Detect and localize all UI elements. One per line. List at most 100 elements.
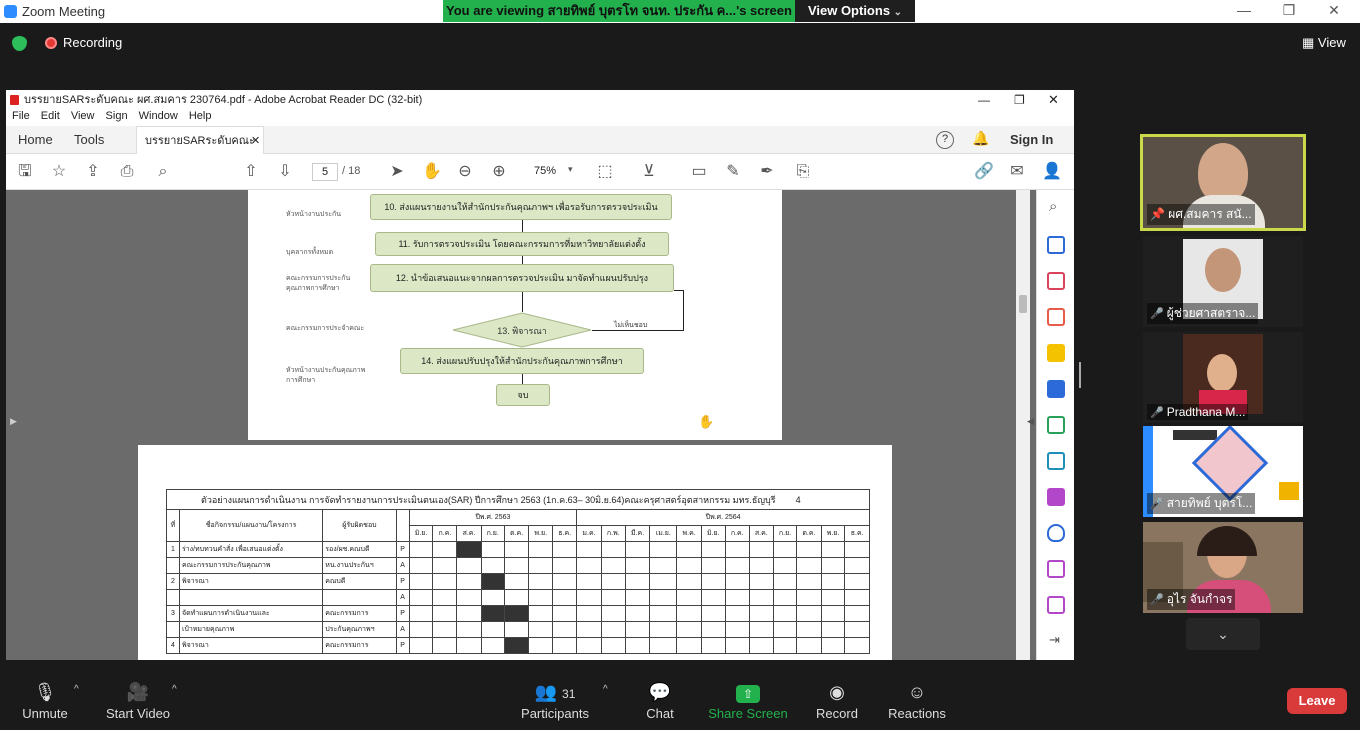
- schedule-month-mark: [649, 605, 678, 622]
- measure-icon[interactable]: ⊻: [640, 163, 658, 181]
- schedule-cell-pa: A: [395, 557, 410, 574]
- schedule-month-cell: พ.ค.: [676, 525, 702, 542]
- tab-document[interactable]: บรรยายSARระดับคณะ ...✕: [136, 126, 264, 175]
- schedule-page-no: 4: [795, 494, 801, 505]
- schedule-month-mark: [700, 621, 726, 638]
- more-tools-icon[interactable]: [1047, 596, 1065, 614]
- save-icon[interactable]: 🖫: [16, 163, 34, 181]
- tab-close-icon[interactable]: ✕: [251, 127, 260, 155]
- menu-file[interactable]: File: [12, 110, 30, 122]
- video-tile[interactable]: 🎤 อุไร จันกำจร: [1143, 522, 1303, 613]
- chat-button[interactable]: 💬 Chat: [615, 670, 705, 730]
- highlight-pen-icon[interactable]: ✎: [724, 163, 742, 181]
- combine-files-icon[interactable]: [1047, 380, 1065, 398]
- view-button[interactable]: ▦ View: [1302, 35, 1346, 51]
- participants-caret-icon[interactable]: ^: [603, 684, 608, 695]
- flow-arrow: [522, 374, 523, 384]
- zoom-level-select[interactable]: 75%: [534, 165, 556, 177]
- share-screen-icon: ⇧: [703, 678, 793, 706]
- scan-ocr-icon[interactable]: [1047, 452, 1065, 470]
- resize-handle[interactable]: [1079, 362, 1081, 388]
- comment-icon[interactable]: ▭: [690, 163, 708, 181]
- table-row: 3 จัดทำแผนการดำเนินงานและ คณะกรรมการ P: [166, 605, 870, 622]
- fill-sign-icon[interactable]: ✒: [758, 163, 776, 181]
- compress-icon[interactable]: [1047, 416, 1065, 434]
- schedule-month-mark: [676, 541, 702, 558]
- record-button[interactable]: ◉ Record: [792, 670, 882, 730]
- video-options-caret-icon[interactable]: ^: [172, 684, 177, 695]
- gallery-next-page-button[interactable]: ⌄: [1186, 618, 1260, 650]
- page-fit-icon[interactable]: ⬚: [596, 163, 614, 181]
- share-user-icon[interactable]: 👤: [1042, 163, 1062, 181]
- sign-in-button[interactable]: Sign In: [1010, 132, 1053, 147]
- acrobat-close-icon[interactable]: ✕: [1048, 90, 1059, 110]
- menu-window[interactable]: Window: [139, 110, 178, 122]
- leave-button[interactable]: Leave: [1287, 688, 1347, 714]
- zoom-search-icon[interactable]: ⌕: [1049, 198, 1057, 215]
- select-pointer-icon[interactable]: ➤: [388, 163, 406, 181]
- minimize-icon[interactable]: —: [1224, 2, 1264, 20]
- document-viewport[interactable]: ▶ หัวหน้างานประกัน บุคลากรทั้งหมด คณะกรร…: [6, 190, 1074, 660]
- star-icon[interactable]: ☆: [50, 163, 68, 181]
- email-icon[interactable]: ✉: [1008, 163, 1026, 181]
- acrobat-restore-icon[interactable]: ❐: [1014, 90, 1025, 110]
- zoom-chevron-icon[interactable]: ▾: [568, 164, 573, 175]
- tab-home[interactable]: Home: [18, 132, 53, 147]
- comment-tool-icon[interactable]: [1047, 344, 1065, 362]
- schedule-month-mark: [456, 541, 482, 558]
- help-icon[interactable]: ?: [936, 131, 954, 149]
- close-icon[interactable]: ✕: [1314, 2, 1354, 20]
- create-pdf-icon[interactable]: [1047, 236, 1065, 254]
- collapse-pane-icon[interactable]: ⇥: [1049, 632, 1060, 648]
- next-page-icon[interactable]: ⇩: [276, 163, 294, 181]
- video-tile[interactable]: 🎤 สายทิพย์ บุตรโ...: [1143, 426, 1303, 517]
- video-tile[interactable]: 🎤 Pradthana M...: [1143, 332, 1303, 423]
- menu-help[interactable]: Help: [189, 110, 212, 122]
- reactions-button[interactable]: ☺ Reactions: [872, 670, 962, 730]
- start-video-button[interactable]: 🎥 Start Video: [93, 670, 183, 730]
- menu-view[interactable]: View: [71, 110, 95, 122]
- menu-sign[interactable]: Sign: [106, 110, 128, 122]
- view-options-button[interactable]: View Options ⌄: [795, 0, 915, 22]
- notification-bell-icon[interactable]: 🔔: [972, 130, 989, 147]
- table-row: คณะกรรมการประกันคุณภาพ หน.งานประกันฯ A: [166, 557, 870, 574]
- tab-tools[interactable]: Tools: [74, 132, 104, 147]
- search-icon[interactable]: ⌕: [154, 163, 172, 181]
- audio-options-caret-icon[interactable]: ^: [74, 684, 79, 695]
- table-row: 2 พิจารณา คณบดี P: [166, 573, 870, 590]
- video-tile-active-speaker[interactable]: 📌 ผศ.สมคาร สนั...: [1140, 134, 1306, 231]
- prev-page-icon[interactable]: ⇧: [242, 163, 260, 181]
- participants-button[interactable]: 👥 31 Participants: [510, 670, 600, 730]
- schedule-month-cell: ส.ค.: [456, 525, 482, 542]
- acrobat-minimize-icon[interactable]: —: [978, 90, 990, 110]
- zoom-in-icon[interactable]: ⊕: [490, 163, 508, 181]
- print-icon[interactable]: ⎙: [118, 163, 136, 181]
- schedule-month-cell: ต.ค.: [796, 525, 822, 542]
- unmute-button[interactable]: 🎙 Unmute: [0, 670, 90, 730]
- link-icon[interactable]: 🔗: [974, 163, 994, 181]
- protect-shield-icon[interactable]: [1047, 524, 1065, 542]
- zoom-out-icon[interactable]: ⊖: [456, 163, 474, 181]
- export-pdf-icon[interactable]: [1047, 308, 1065, 326]
- prepare-form-icon[interactable]: [1047, 560, 1065, 578]
- share-screen-button[interactable]: ⇧ Share Screen: [703, 670, 793, 730]
- fill-sign-tool-icon[interactable]: [1047, 488, 1065, 506]
- schedule-cell-act: ร่าง/ทบทวนคำสั่ง เพื่อเสนอแต่งตั้ง: [178, 541, 324, 558]
- video-tile[interactable]: 🎤 ผู้ช่วยศาสตราจ...: [1143, 236, 1303, 327]
- schedule-table: ตัวอย่างแผนการดำเนินงาน การจัดทำรายงานกา…: [166, 489, 870, 654]
- pane-toggle-icon[interactable]: ◀: [1027, 416, 1034, 427]
- schedule-month-mark: [503, 605, 530, 622]
- organize-pages-icon[interactable]: [1047, 272, 1065, 290]
- left-panel-toggle-icon[interactable]: ▶: [10, 416, 17, 427]
- schedule-month-cell: ก.ค.: [432, 525, 458, 542]
- restore-icon[interactable]: ❐: [1269, 2, 1309, 20]
- scrollbar-thumb[interactable]: [1019, 295, 1027, 313]
- upload-icon[interactable]: ⇪: [84, 163, 102, 181]
- page-number-input[interactable]: 5: [312, 163, 338, 181]
- menu-edit[interactable]: Edit: [41, 110, 60, 122]
- schedule-cell-pa: P: [395, 605, 410, 622]
- edit-pdf-icon[interactable]: ⎘: [794, 163, 812, 181]
- schedule-month-cell: ก.ย.: [480, 525, 505, 542]
- hand-tool-icon[interactable]: ✋: [422, 163, 442, 181]
- schedule-cell-act: พิจารณา: [178, 573, 324, 590]
